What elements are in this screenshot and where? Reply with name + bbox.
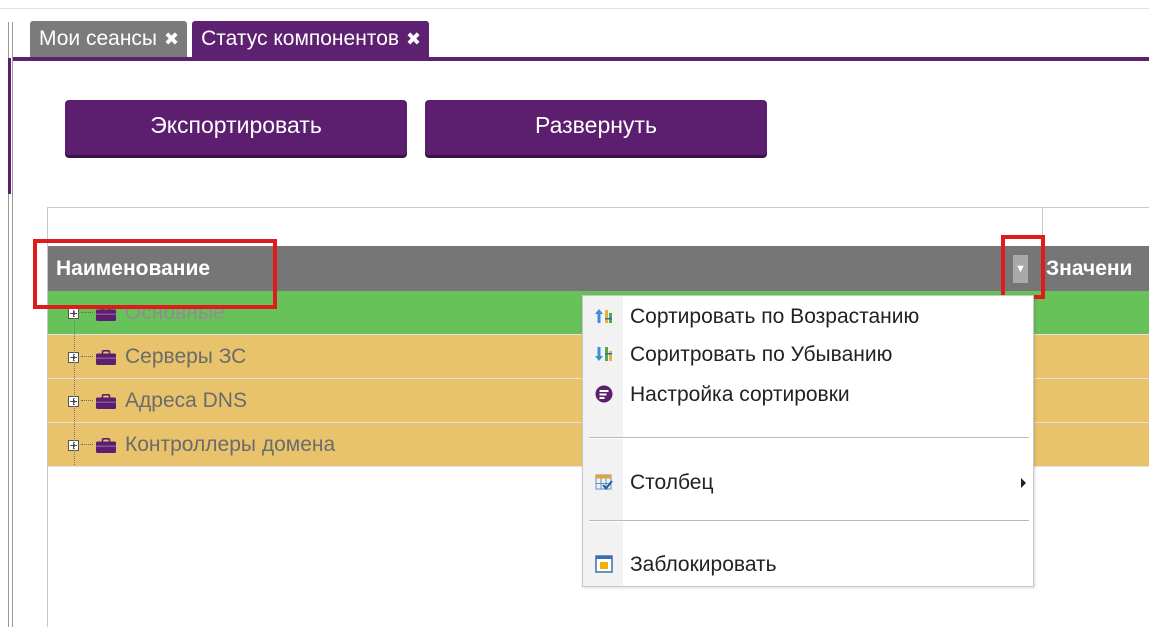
column-context-menu: Сортировать по Возрастанию Соритровать п…	[582, 295, 1034, 587]
menu-item-sort-descending[interactable]: Соритровать по Убыванию	[583, 336, 1033, 374]
tab-label: Мои сеансы	[39, 27, 158, 50]
tab-bar: Мои сеансы ✖ Статус компонентов ✖	[30, 21, 430, 57]
highlight-frame-column-menu	[1001, 235, 1045, 299]
lock-column-icon	[595, 555, 613, 573]
tree-connector	[81, 444, 93, 446]
left-accent-bar	[8, 58, 11, 194]
tab-underline	[13, 57, 1149, 61]
columns-icon	[595, 474, 613, 491]
highlight-frame-name-column	[33, 239, 277, 309]
tab-label: Статус компонентов	[201, 27, 400, 50]
expand-button[interactable]: Развернуть	[425, 100, 767, 155]
menu-item-label: Настройка сортировки	[630, 383, 850, 406]
menu-item-label: Заблокировать	[630, 553, 777, 576]
menu-item-label: Соритровать по Убыванию	[630, 343, 893, 366]
menu-item-label: Сортировать по Возрастанию	[630, 305, 920, 328]
submenu-arrow-icon	[1021, 478, 1026, 488]
top-divider	[0, 8, 1149, 9]
close-icon[interactable]: ✖	[406, 29, 421, 50]
menu-item-columns[interactable]: Столбец	[583, 464, 1033, 502]
briefcase-icon	[96, 349, 116, 365]
menu-item-lock-column[interactable]: Заблокировать	[583, 546, 1033, 584]
close-icon[interactable]: ✖	[164, 29, 179, 50]
row-label: Контроллеры домена	[125, 433, 336, 456]
menu-separator	[589, 520, 1029, 522]
sort-descending-icon	[595, 347, 612, 361]
menu-item-label: Столбец	[630, 471, 714, 494]
menu-separator	[589, 437, 1029, 439]
menu-item-sort-ascending[interactable]: Сортировать по Возрастанию	[583, 298, 1033, 336]
briefcase-icon	[96, 437, 116, 453]
tree-connector	[81, 400, 93, 402]
briefcase-icon	[96, 393, 116, 409]
export-button[interactable]: Экспортировать	[65, 100, 407, 155]
tree-connector	[81, 356, 93, 358]
column-header-value[interactable]: Значени	[1046, 246, 1149, 291]
sort-ascending-icon	[595, 309, 612, 323]
tab-component-status[interactable]: Статус компонентов ✖	[192, 21, 430, 57]
menu-item-sort-settings[interactable]: Настройка сортировки	[583, 376, 1033, 414]
row-label: Серверы ЗС	[125, 345, 247, 368]
tab-my-sessions[interactable]: Мои сеансы ✖	[30, 21, 188, 57]
tree-connector	[81, 312, 93, 314]
row-label: Адреса DNS	[125, 389, 247, 412]
left-frame-border-inner	[12, 22, 13, 627]
tree-guide-line	[74, 311, 76, 465]
sort-settings-icon	[595, 385, 613, 403]
